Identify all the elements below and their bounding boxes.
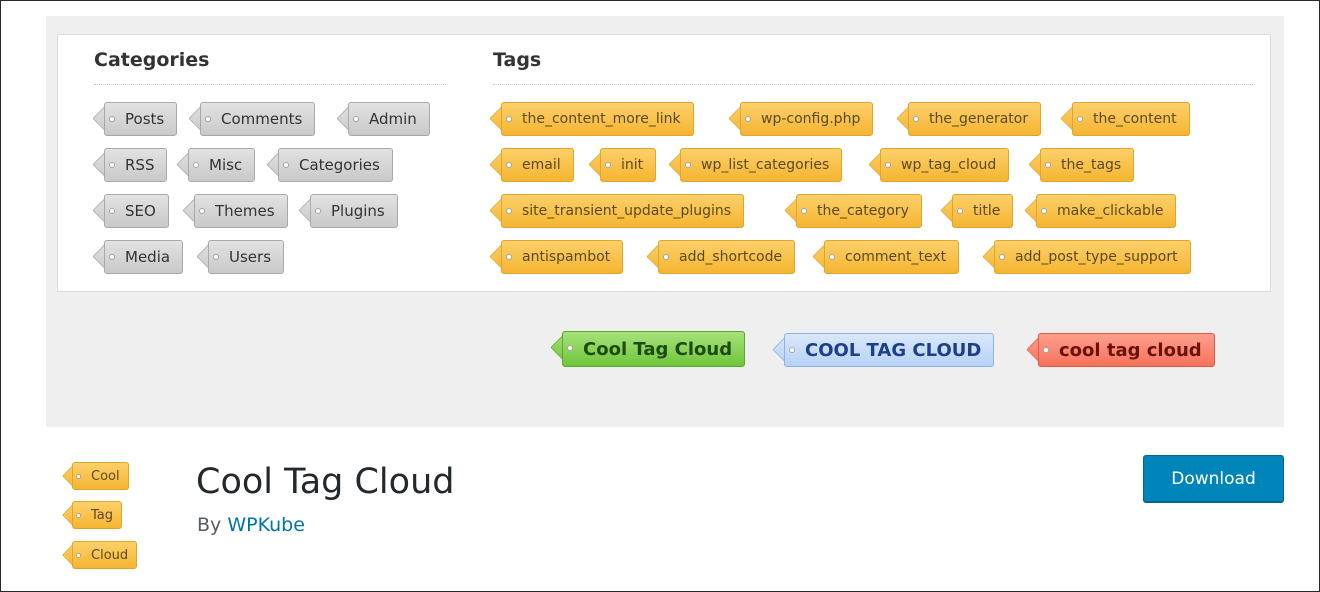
tag-item[interactable]: the_content_more_link <box>501 102 694 136</box>
hole-icon <box>109 208 115 214</box>
hole-icon <box>109 116 115 122</box>
tag-item[interactable]: title <box>952 194 1014 228</box>
download-button[interactable]: Download <box>1143 455 1284 502</box>
category-tag[interactable]: Themes <box>194 194 288 228</box>
tag-item[interactable]: antispambot <box>501 240 624 274</box>
plugin-icon: Cool Tag Cloud <box>50 448 170 578</box>
hole-icon <box>283 162 289 168</box>
categories-divider <box>94 84 446 85</box>
category-tag[interactable]: Plugins <box>310 194 398 228</box>
categories-heading: Categories <box>94 49 210 71</box>
tag-item[interactable]: add_post_type_support <box>994 240 1191 274</box>
hole-icon <box>76 513 81 518</box>
hole-icon <box>913 116 919 122</box>
tag-item[interactable]: wp_tag_cloud <box>880 148 1010 182</box>
demo-panel: Categories Tags Posts Comments Admin RSS… <box>57 34 1271 292</box>
plugin-title: Cool Tag Cloud <box>196 462 455 502</box>
category-tag[interactable]: Media <box>104 240 184 274</box>
hole-icon <box>506 254 512 260</box>
hole-icon <box>506 116 512 122</box>
category-tag[interactable]: Users <box>208 240 285 274</box>
icon-tag: Cool <box>72 462 129 490</box>
hole-icon <box>76 553 81 558</box>
tag-item[interactable]: site_transient_update_plugins <box>501 194 745 228</box>
hole-icon <box>663 254 669 260</box>
hole-icon <box>506 208 512 214</box>
hole-icon <box>1043 347 1049 353</box>
hole-icon <box>213 254 219 260</box>
style-sample-red: cool tag cloud <box>1038 333 1215 367</box>
tag-item[interactable]: the_content <box>1072 102 1190 136</box>
hole-icon <box>745 116 751 122</box>
hole-icon <box>109 162 115 168</box>
icon-tag: Tag <box>72 501 123 529</box>
category-tag[interactable]: Posts <box>104 102 178 136</box>
hole-icon <box>506 162 512 168</box>
category-tag[interactable]: SEO <box>104 194 169 228</box>
category-tag[interactable]: RSS <box>104 148 168 182</box>
hole-icon <box>605 162 611 168</box>
hole-icon <box>76 474 81 479</box>
hole-icon <box>957 208 963 214</box>
hole-icon <box>829 254 835 260</box>
hole-icon <box>801 208 807 214</box>
category-tag[interactable]: Categories <box>278 148 393 182</box>
author-link[interactable]: WPKube <box>227 514 305 536</box>
hole-icon <box>193 162 199 168</box>
tag-item[interactable]: the_tags <box>1040 148 1135 182</box>
hole-icon <box>885 162 891 168</box>
hole-icon <box>1041 208 1047 214</box>
plugin-banner: Categories Tags Posts Comments Admin RSS… <box>46 16 1284 427</box>
tag-item[interactable]: wp-config.php <box>740 102 874 136</box>
hole-icon <box>789 347 795 353</box>
hole-icon <box>999 254 1005 260</box>
tag-item[interactable]: the_generator <box>908 102 1042 136</box>
tags-heading: Tags <box>493 49 542 71</box>
hole-icon <box>1077 116 1083 122</box>
tag-item[interactable]: comment_text <box>824 240 960 274</box>
style-sample-green: Cool Tag Cloud <box>562 331 746 367</box>
hole-icon <box>109 254 115 260</box>
hole-icon <box>353 116 359 122</box>
category-tag[interactable]: Comments <box>200 102 316 136</box>
hole-icon <box>567 345 573 351</box>
tag-item[interactable]: the_category <box>796 194 922 228</box>
plugin-author: By WPKube <box>197 514 305 536</box>
category-tag[interactable]: Admin <box>348 102 430 136</box>
tag-item[interactable]: wp_list_categories <box>680 148 843 182</box>
hole-icon <box>199 208 205 214</box>
style-sample-blue: COOL TAG CLOUD <box>784 333 995 367</box>
tags-divider <box>493 84 1253 85</box>
tag-item[interactable]: init <box>600 148 657 182</box>
tag-item[interactable]: make_clickable <box>1036 194 1177 228</box>
hole-icon <box>315 208 321 214</box>
tag-item[interactable]: email <box>501 148 574 182</box>
hole-icon <box>685 162 691 168</box>
icon-tag: Cloud <box>72 541 138 569</box>
tag-item[interactable]: add_shortcode <box>658 240 796 274</box>
category-tag[interactable]: Misc <box>188 148 256 182</box>
hole-icon <box>1045 162 1051 168</box>
hole-icon <box>205 116 211 122</box>
